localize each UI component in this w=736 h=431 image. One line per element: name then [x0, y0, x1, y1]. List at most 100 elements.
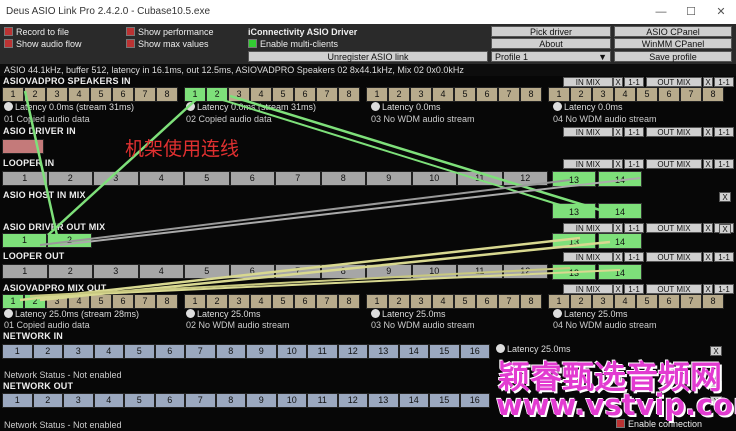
remove-button[interactable]: X [613, 77, 623, 87]
channel-cell[interactable]: 9 [246, 344, 277, 359]
out-mix-button[interactable]: OUT MIX [646, 77, 702, 87]
channel-cell[interactable]: 6 [112, 87, 134, 102]
channel-cell[interactable]: 3 [93, 264, 139, 279]
channel-cell[interactable]: 1 [366, 294, 388, 309]
channel-cell[interactable]: 1 [366, 87, 388, 102]
channel-cell[interactable]: 3 [63, 393, 94, 408]
out-mix-button[interactable]: OUT MIX [646, 252, 702, 262]
channel-cell[interactable]: 10 [276, 393, 307, 408]
channel-cell[interactable]: 14 [598, 233, 642, 249]
unregister-button[interactable]: Unregister ASIO link [248, 51, 488, 62]
channel-cell[interactable]: 4 [432, 294, 454, 309]
one-to-one-button[interactable]: 1-1 [714, 159, 734, 169]
channel-cell[interactable]: 3 [228, 87, 250, 102]
remove-button[interactable]: X [613, 284, 623, 294]
channel-cell[interactable]: 1 [548, 294, 570, 309]
remove-button[interactable]: X [703, 284, 713, 294]
channel-cell[interactable]: 8 [320, 171, 366, 186]
channel-cell[interactable]: 4 [138, 171, 184, 186]
channel-cell[interactable]: 9 [246, 393, 277, 408]
channel-cell[interactable]: 3 [410, 294, 432, 309]
show-perf-checkbox[interactable]: Show performance [126, 26, 214, 38]
channel-cell[interactable]: 1 [184, 87, 206, 102]
channel-cell[interactable]: 5 [636, 294, 658, 309]
channel-cell[interactable]: 6 [229, 171, 275, 186]
channel-cell[interactable]: 7 [134, 87, 156, 102]
channel-cell[interactable]: 14 [398, 393, 429, 408]
show-max-checkbox[interactable]: Show max values [126, 38, 209, 50]
in-mix-button[interactable]: IN MIX [563, 284, 613, 294]
one-to-one-button[interactable]: 1-1 [714, 77, 734, 87]
remove-button[interactable]: X [703, 77, 713, 87]
channel-cell[interactable]: 16 [459, 344, 490, 359]
remove-button[interactable]: X [703, 252, 713, 262]
channel-cell[interactable]: 12 [337, 344, 368, 359]
in-mix-button[interactable]: IN MIX [563, 127, 613, 137]
channel-cell[interactable]: 8 [156, 294, 178, 309]
channel-cell[interactable]: 2 [570, 87, 592, 102]
channel-cell[interactable]: 3 [410, 87, 432, 102]
channel-cell[interactable]: 5 [272, 87, 294, 102]
channel-cell[interactable]: 4 [68, 87, 90, 102]
channel-cell[interactable]: 10 [411, 171, 457, 186]
channel-cell[interactable]: 3 [592, 294, 614, 309]
channel-cell[interactable]: 2 [206, 87, 228, 102]
channel-cell[interactable]: 7 [680, 87, 702, 102]
channel-cell[interactable]: 10 [411, 264, 457, 279]
channel-cell[interactable] [2, 139, 44, 154]
channel-cell[interactable]: 2 [47, 233, 92, 248]
channel-cell[interactable]: 6 [658, 87, 680, 102]
channel-cell[interactable]: 7 [498, 294, 520, 309]
channel-cell[interactable]: 5 [90, 294, 112, 309]
channel-cell[interactable]: 6 [294, 87, 316, 102]
show-flow-checkbox[interactable]: Show audio flow [4, 38, 82, 50]
channel-cell[interactable]: 4 [614, 87, 636, 102]
channel-cell[interactable]: 2 [47, 264, 93, 279]
channel-cell[interactable]: 11 [457, 171, 503, 186]
channel-cell[interactable]: 8 [702, 87, 724, 102]
channel-cell[interactable]: 5 [454, 294, 476, 309]
channel-cell[interactable]: 4 [68, 294, 90, 309]
channel-cell[interactable]: 1 [2, 171, 48, 186]
remove-button[interactable]: X [703, 127, 713, 137]
channel-cell[interactable]: 1 [2, 393, 33, 408]
multi-client-checkbox[interactable]: Enable multi-clients [248, 38, 338, 50]
channel-cell[interactable]: 5 [90, 87, 112, 102]
remove-button[interactable]: X [613, 223, 623, 233]
one-to-one-button[interactable]: 1-1 [714, 127, 734, 137]
channel-cell[interactable]: 4 [250, 294, 272, 309]
channel-cell[interactable]: 1 [2, 264, 48, 279]
channel-cell[interactable]: 12 [337, 393, 368, 408]
channel-cell[interactable]: 13 [552, 171, 596, 187]
channel-cell[interactable]: 7 [185, 344, 216, 359]
channel-cell[interactable]: 8 [215, 344, 246, 359]
channel-cell[interactable]: 1 [2, 344, 33, 359]
channel-cell[interactable]: 4 [250, 87, 272, 102]
channel-cell[interactable]: 6 [658, 294, 680, 309]
channel-cell[interactable]: 4 [432, 87, 454, 102]
remove-button[interactable]: X [719, 192, 731, 202]
remove-button[interactable]: X [613, 159, 623, 169]
remove-button[interactable]: X [703, 223, 713, 233]
channel-cell[interactable]: 4 [93, 344, 124, 359]
channel-cell[interactable]: 8 [520, 294, 542, 309]
remove-button[interactable]: X [613, 127, 623, 137]
channel-cell[interactable]: 7 [134, 294, 156, 309]
channel-cell[interactable]: 2 [206, 294, 228, 309]
one-to-one-button[interactable]: 1-1 [624, 223, 644, 233]
channel-cell[interactable]: 2 [24, 294, 46, 309]
channel-cell[interactable]: 8 [215, 393, 246, 408]
channel-cell[interactable]: 5 [184, 171, 230, 186]
channel-cell[interactable]: 6 [154, 393, 185, 408]
channel-cell[interactable]: 2 [388, 294, 410, 309]
channel-cell[interactable]: 7 [275, 264, 321, 279]
channel-cell[interactable]: 5 [272, 294, 294, 309]
channel-cell[interactable]: 1 [548, 87, 570, 102]
channel-cell[interactable]: 15 [429, 393, 460, 408]
out-mix-button[interactable]: OUT MIX [646, 127, 702, 137]
channel-cell[interactable]: 1 [2, 87, 24, 102]
maximize-icon[interactable]: ☐ [676, 0, 706, 24]
channel-cell[interactable]: 6 [476, 87, 498, 102]
channel-cell[interactable]: 8 [156, 87, 178, 102]
channel-cell[interactable]: 16 [459, 393, 490, 408]
